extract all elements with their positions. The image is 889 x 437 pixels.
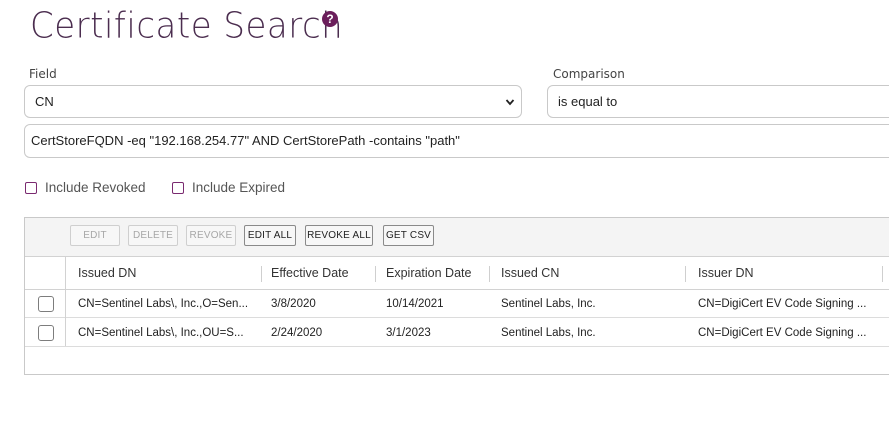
cell-issued-cn: Sentinel Labs, Inc. — [501, 298, 596, 310]
comparison-select[interactable]: is equal to — [547, 85, 889, 118]
revoke-all-button[interactable]: REVOKE ALL — [305, 225, 373, 246]
cell-effective-date: 3/8/2020 — [271, 298, 316, 310]
help-icon[interactable]: ? — [322, 11, 338, 27]
column-divider[interactable] — [375, 266, 376, 282]
include-expired-box[interactable] — [172, 181, 184, 194]
row-checkbox[interactable] — [38, 296, 54, 312]
column-header-issued-dn[interactable]: Issued DN — [78, 257, 136, 290]
chevron-down-icon — [505, 99, 515, 106]
edit-button[interactable]: EDIT — [70, 225, 120, 246]
cell-effective-date: 2/24/2020 — [271, 327, 323, 339]
cell-issued-cn: Sentinel Labs, Inc. — [501, 327, 596, 339]
delete-button[interactable]: DELETE — [128, 225, 178, 246]
cell-issuer-dn: CN=DigiCert EV Code Signing ... — [698, 298, 867, 310]
table-row[interactable]: CN=Sentinel Labs\, Inc.,O=Sen... 3/8/202… — [25, 290, 889, 318]
column-divider[interactable] — [489, 266, 490, 282]
table-header: Issued DN Effective Date Expiration Date… — [25, 257, 889, 290]
field-select[interactable]: CN — [24, 85, 522, 118]
cell-issued-dn: CN=Sentinel Labs\, Inc.,OU=S... — [78, 327, 244, 339]
row-checkbox[interactable] — [38, 325, 54, 341]
cell-issued-dn: CN=Sentinel Labs\, Inc.,O=Sen... — [78, 298, 249, 310]
include-expired-checkbox[interactable]: Include Expired — [172, 180, 285, 195]
query-text: CertStoreFQDN -eq "192.168.254.77" AND C… — [31, 133, 460, 148]
column-header-expiration-date[interactable]: Expiration Date — [386, 257, 471, 290]
include-expired-label: Include Expired — [192, 180, 286, 195]
column-divider[interactable] — [685, 266, 686, 282]
get-csv-button[interactable]: GET CSV — [383, 225, 434, 246]
column-header-effective-date[interactable]: Effective Date — [271, 257, 349, 290]
include-revoked-checkbox[interactable]: Include Revoked — [25, 180, 146, 195]
table-row[interactable]: CN=Sentinel Labs\, Inc.,OU=S... 2/24/202… — [25, 319, 889, 347]
page-title: Certificate Search — [30, 5, 344, 47]
column-header-issued-cn[interactable]: Issued CN — [501, 257, 559, 290]
edit-all-button[interactable]: EDIT ALL — [244, 225, 296, 246]
cell-expiration-date: 3/1/2023 — [386, 327, 431, 339]
include-revoked-label: Include Revoked — [45, 180, 146, 195]
field-label: Field — [29, 67, 57, 81]
cell-issuer-dn: CN=DigiCert EV Code Signing ... — [698, 327, 867, 339]
column-header-issuer-dn[interactable]: Issuer DN — [698, 257, 754, 290]
results-grid: EDIT DELETE REVOKE EDIT ALL REVOKE ALL G… — [24, 217, 889, 375]
field-select-value: CN — [35, 94, 54, 109]
grid-toolbar: EDIT DELETE REVOKE EDIT ALL REVOKE ALL G… — [25, 218, 889, 257]
column-divider[interactable] — [261, 266, 262, 282]
column-divider[interactable] — [882, 266, 883, 282]
cell-expiration-date: 10/14/2021 — [386, 298, 444, 310]
revoke-button[interactable]: REVOKE — [186, 225, 236, 246]
query-input[interactable]: CertStoreFQDN -eq "192.168.254.77" AND C… — [24, 124, 889, 158]
comparison-label: Comparison — [553, 67, 625, 81]
comparison-select-value: is equal to — [558, 94, 618, 109]
include-revoked-box[interactable] — [25, 181, 37, 194]
checkbox-column-divider — [65, 257, 66, 346]
